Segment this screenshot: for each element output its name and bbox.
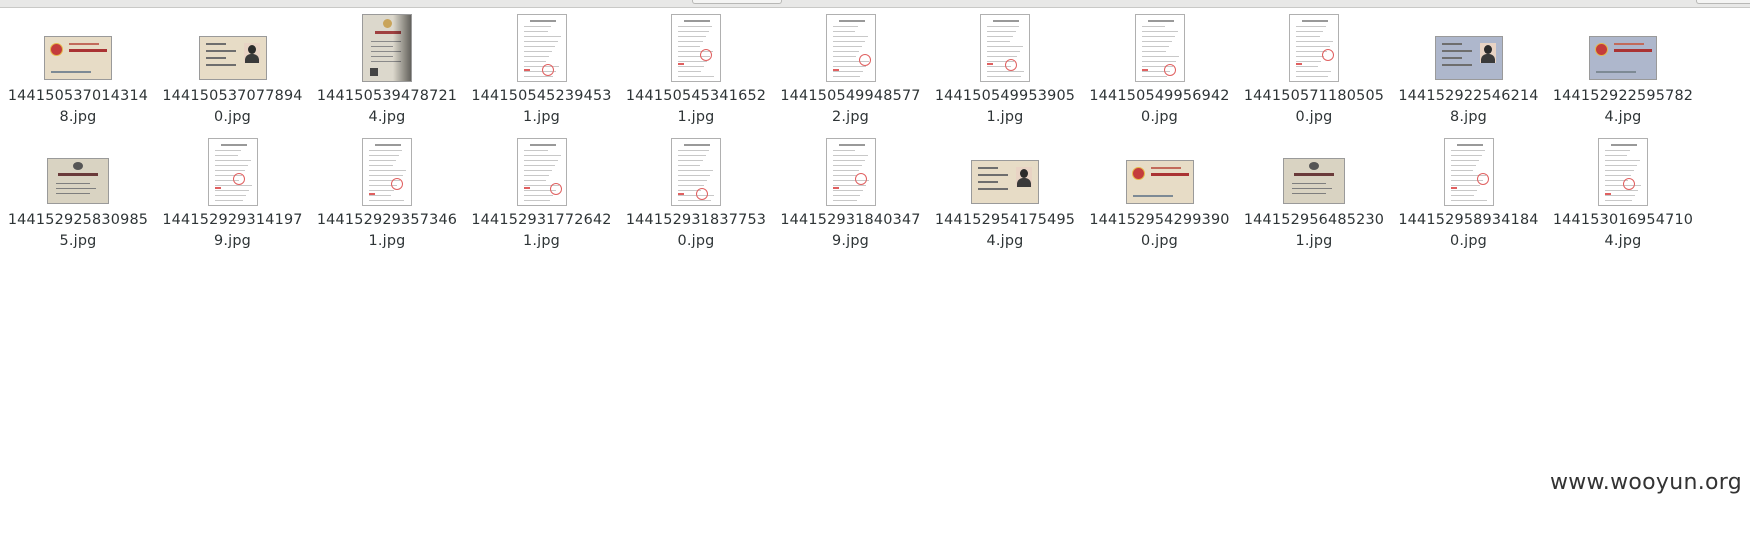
window-top-bar — [0, 0, 1750, 8]
file-item[interactable]: 1441505711805050.jpg — [1237, 14, 1391, 129]
file-thumbnail-icon — [1589, 36, 1657, 80]
file-thumbnail-icon — [362, 138, 412, 206]
file-name: 1441530169547104.jpg — [1552, 212, 1694, 249]
file-item[interactable]: 1441529293573461.jpg — [310, 138, 464, 253]
file-item[interactable]: 1441505499539051.jpg — [928, 14, 1082, 129]
file-name: 1441505394787214.jpg — [316, 88, 458, 125]
file-thumbnail-icon — [1134, 14, 1185, 82]
file-item[interactable]: 1441505370143148.jpg — [1, 14, 155, 129]
file-item[interactable]: 1441505394787214.jpg — [310, 14, 464, 129]
file-item[interactable]: 1441529225957824.jpg — [1546, 14, 1700, 129]
file-thumbnail-icon — [362, 14, 412, 82]
file-thumbnail-icon — [516, 138, 567, 206]
file-name: 1441529258309855.jpg — [7, 212, 149, 249]
file-name: 1441505370143148.jpg — [7, 88, 149, 125]
file-thumbnail-icon — [1434, 36, 1503, 80]
file-name: 1441529318377530.jpg — [625, 212, 767, 249]
file-item[interactable]: 1441529317726421.jpg — [465, 138, 619, 253]
file-name: 1441529589341840.jpg — [1398, 212, 1539, 249]
file-thumbnail-icon — [980, 14, 1030, 82]
file-item[interactable]: 1441529293141979.jpg — [156, 138, 310, 253]
file-thumbnail-icon — [207, 138, 258, 206]
file-name: 1441529542993900.jpg — [1089, 212, 1230, 249]
file-name: 1441505453416521.jpg — [625, 88, 767, 125]
file-name: 1441529293573461.jpg — [316, 212, 458, 249]
file-thumbnail-icon — [1289, 14, 1339, 82]
file-item[interactable]: 1441529564852301.jpg — [1237, 138, 1391, 253]
file-thumbnail-icon — [47, 158, 109, 204]
file-name: 1441529225462148.jpg — [1398, 88, 1539, 125]
file-thumbnail-icon — [44, 36, 112, 80]
file-item[interactable]: 1441529589341840.jpg — [1392, 138, 1546, 253]
file-name: 1441529318403479.jpg — [780, 212, 921, 249]
file-name: 1441505711805050.jpg — [1243, 88, 1385, 125]
file-thumbnail-icon — [516, 14, 567, 82]
file-thumbnail-icon — [825, 14, 876, 82]
file-item[interactable]: 1441529318403479.jpg — [774, 138, 928, 253]
file-thumbnail-icon — [671, 138, 721, 206]
file-thumbnail-icon — [1283, 158, 1345, 204]
watermark: www.wooyun.org — [1549, 470, 1742, 495]
file-name: 1441529564852301.jpg — [1243, 212, 1385, 249]
file-item[interactable]: 1441529225462148.jpg — [1392, 14, 1546, 129]
file-name: 1441505370778940.jpg — [162, 88, 303, 125]
file-item[interactable]: 1441529258309855.jpg — [1, 138, 155, 253]
file-item[interactable]: 1441505499569420.jpg — [1083, 14, 1237, 129]
file-item[interactable]: 1441529542993900.jpg — [1083, 138, 1237, 253]
file-name: 1441529225957824.jpg — [1552, 88, 1694, 125]
file-item[interactable]: 1441530169547104.jpg — [1546, 138, 1700, 253]
file-thumbnail-icon — [198, 36, 267, 80]
file-thumbnail-icon — [971, 160, 1039, 204]
file-thumbnail-icon — [671, 14, 721, 82]
file-name: 1441529541754954.jpg — [934, 212, 1076, 249]
file-name: 1441505452394531.jpg — [471, 88, 612, 125]
file-item[interactable]: 1441529318377530.jpg — [619, 138, 773, 253]
file-thumbnail-icon — [1125, 160, 1194, 204]
file-name: 1441505499569420.jpg — [1089, 88, 1230, 125]
file-item[interactable]: 1441505453416521.jpg — [619, 14, 773, 129]
top-bar-tab[interactable] — [1696, 0, 1750, 4]
file-thumbnail-icon — [825, 138, 876, 206]
file-item[interactable]: 1441529541754954.jpg — [928, 138, 1082, 253]
file-name: 1441505499485772.jpg — [780, 88, 921, 125]
file-name: 1441529317726421.jpg — [471, 212, 612, 249]
top-bar-tab[interactable] — [692, 0, 782, 4]
file-item[interactable]: 1441505499485772.jpg — [774, 14, 928, 129]
file-thumbnail-icon — [1598, 138, 1648, 206]
file-item[interactable]: 1441505370778940.jpg — [156, 14, 310, 129]
file-name: 1441529293141979.jpg — [162, 212, 303, 249]
file-thumbnail-icon — [1443, 138, 1494, 206]
file-item[interactable]: 1441505452394531.jpg — [465, 14, 619, 129]
file-name: 1441505499539051.jpg — [934, 88, 1076, 125]
